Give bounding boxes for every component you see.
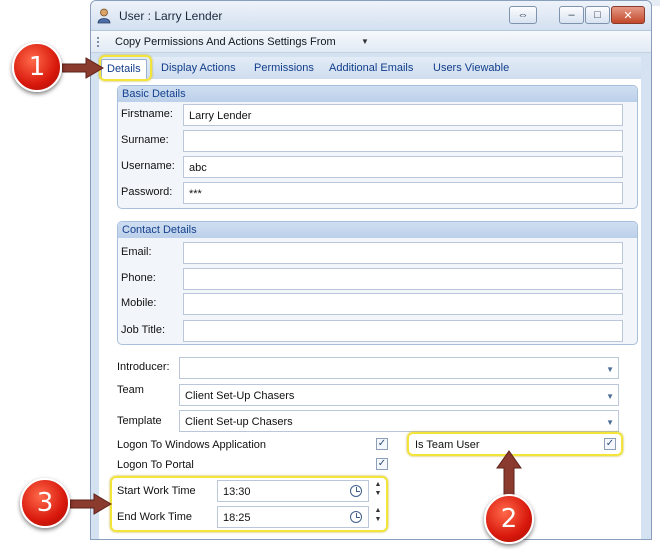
template-combo[interactable]: Client Set-up Chasers ▼ — [179, 410, 619, 432]
tab-strip: Details Display Actions Permissions Addi… — [99, 57, 641, 79]
template-label: Template — [117, 415, 162, 427]
menu-bar: Copy Permissions And Actions Settings Fr… — [91, 31, 651, 53]
email-label: Email: — [121, 246, 152, 258]
mobile-field[interactable] — [183, 293, 623, 315]
user-window: User : Larry Lender ⇔ – □ ✕ Copy Permiss… — [90, 0, 652, 540]
team-value: Client Set-Up Chasers — [185, 390, 295, 402]
surname-field[interactable] — [183, 130, 623, 152]
basic-details-group: Basic Details Firstname: Larry Lender Su… — [117, 85, 638, 209]
logon-windows-label: Logon To Windows Application — [117, 439, 267, 451]
arrow-right-icon — [70, 493, 112, 515]
firstname-label: Firstname: — [121, 108, 173, 120]
tab-users-viewable[interactable]: Users Viewable — [433, 62, 509, 74]
username-field[interactable]: abc — [183, 156, 623, 178]
toolbar-grip-icon[interactable] — [97, 37, 99, 47]
introducer-combo[interactable]: ▼ — [179, 357, 619, 379]
swap-icon[interactable]: ⇔ — [509, 6, 537, 24]
details-panel: Basic Details Firstname: Larry Lender Su… — [99, 79, 641, 539]
logon-portal-checkbox[interactable]: ✓ — [376, 458, 388, 470]
annotation-badge-2: 2 — [484, 494, 534, 544]
group-title: Contact Details — [122, 224, 197, 236]
highlight-details-tab — [99, 55, 152, 81]
close-button[interactable]: ✕ — [611, 6, 645, 24]
chevron-down-icon[interactable]: ▼ — [361, 37, 369, 46]
chevron-down-icon[interactable]: ▼ — [606, 392, 614, 401]
tab-display-actions[interactable]: Display Actions — [161, 62, 236, 74]
arrow-up-icon — [496, 450, 522, 496]
job-title-label: Job Title: — [121, 324, 166, 336]
password-value: *** — [189, 188, 202, 200]
maximize-button[interactable]: □ — [585, 6, 610, 24]
copy-permissions-menu[interactable]: Copy Permissions And Actions Settings Fr… — [115, 36, 336, 48]
tab-permissions[interactable]: Permissions — [254, 62, 314, 74]
group-title: Basic Details — [122, 88, 186, 100]
window-title: User : Larry Lender — [119, 9, 223, 23]
chevron-down-icon[interactable]: ▼ — [606, 365, 614, 374]
contact-details-group: Contact Details Email: Phone: Mobile: Jo… — [117, 221, 638, 345]
template-value: Client Set-up Chasers — [185, 416, 293, 428]
phone-field[interactable] — [183, 268, 623, 290]
username-label: Username: — [121, 160, 175, 172]
firstname-value: Larry Lender — [189, 110, 252, 122]
group-header: Contact Details — [118, 222, 637, 238]
job-title-field[interactable] — [183, 320, 623, 342]
annotation-badge-1: 1 — [12, 42, 62, 92]
user-icon — [97, 8, 111, 24]
logon-portal-label: Logon To Portal — [117, 459, 194, 471]
annotation-badge-3: 3 — [20, 478, 70, 528]
team-label: Team — [117, 384, 144, 396]
firstname-field[interactable]: Larry Lender — [183, 104, 623, 126]
arrow-right-icon — [62, 57, 104, 79]
email-field[interactable] — [183, 242, 623, 264]
username-value: abc — [189, 162, 207, 174]
team-combo[interactable]: Client Set-Up Chasers ▼ — [179, 384, 619, 406]
highlight-work-times — [110, 476, 388, 532]
mobile-label: Mobile: — [121, 297, 157, 309]
surname-label: Surname: — [121, 134, 169, 146]
password-field[interactable]: *** — [183, 182, 623, 204]
tab-additional-emails[interactable]: Additional Emails — [329, 62, 413, 74]
logon-windows-checkbox[interactable]: ✓ — [376, 438, 388, 450]
minimize-button[interactable]: – — [559, 6, 584, 24]
chevron-down-icon[interactable]: ▼ — [606, 418, 614, 427]
password-label: Password: — [121, 186, 173, 198]
phone-label: Phone: — [121, 272, 156, 284]
group-header: Basic Details — [118, 86, 637, 102]
title-bar[interactable]: User : Larry Lender ⇔ – □ ✕ — [91, 1, 651, 31]
introducer-label: Introducer: — [117, 361, 170, 373]
